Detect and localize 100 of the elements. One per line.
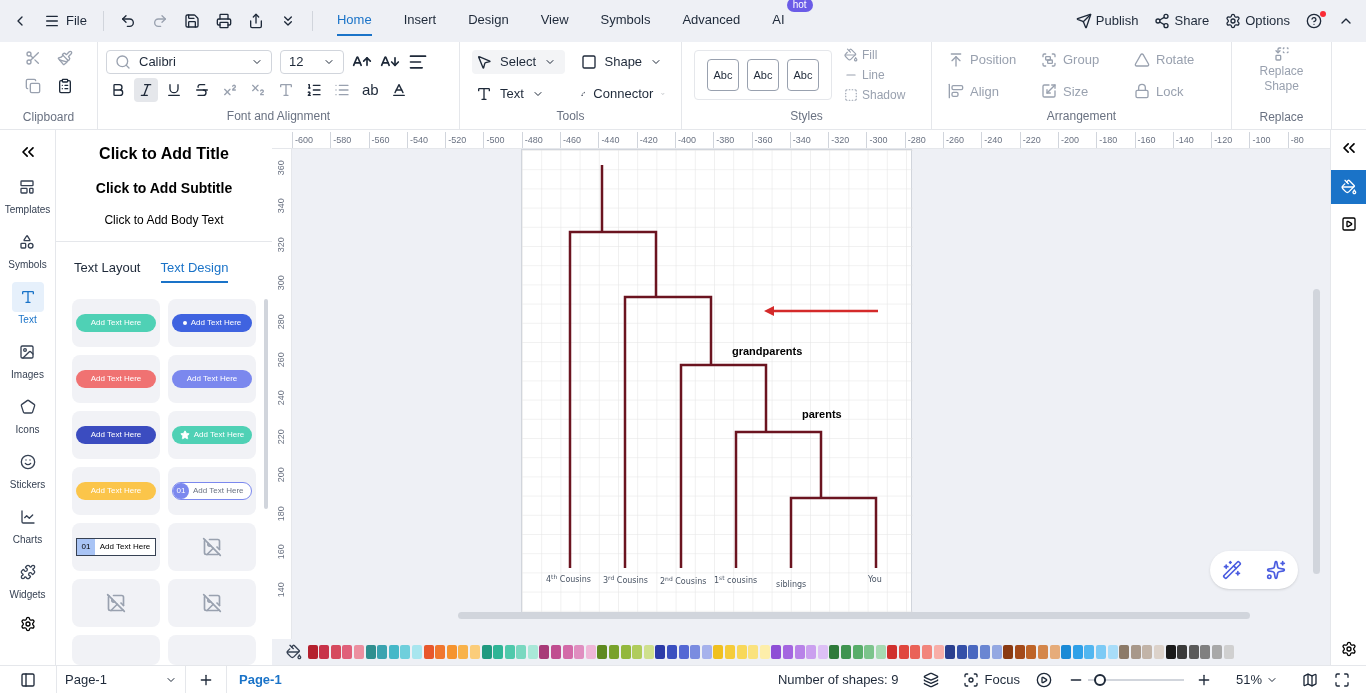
ruler-label: 360 bbox=[274, 160, 287, 176]
text-design-preview: Add Text Here bbox=[76, 482, 156, 500]
ruler-label: 200 bbox=[274, 467, 287, 483]
group-title: Styles bbox=[790, 108, 823, 123]
group-title: Font and Alignment bbox=[226, 108, 331, 123]
ruler-label: -280 bbox=[904, 132, 944, 148]
leaf-label: You bbox=[868, 574, 882, 586]
group-title: Tools bbox=[556, 109, 585, 123]
group-title: Arrangement bbox=[1046, 108, 1117, 123]
menu-tab[interactable]: Home bbox=[336, 6, 372, 36]
sidebar-item[interactable]: Stickers bbox=[9, 447, 46, 492]
ruler-label: -480 bbox=[521, 132, 561, 148]
ruler-label: 160 bbox=[274, 544, 287, 560]
ruler-label: -240 bbox=[981, 132, 1020, 148]
sidebar-item[interactable]: Widgets bbox=[9, 557, 46, 602]
design-card[interactable]: 01 Add Text Here bbox=[72, 523, 160, 571]
ruler-label: -200 bbox=[1057, 132, 1097, 148]
ruler-label: -220 bbox=[1019, 132, 1058, 148]
ruler-label: -400 bbox=[674, 132, 714, 148]
menu-tab[interactable]: Insert bbox=[403, 6, 437, 36]
ruler-label: 240 bbox=[274, 390, 287, 406]
text-tool[interactable]: Text bbox=[472, 82, 565, 106]
ruler-label: -100 bbox=[1249, 132, 1288, 148]
design-card[interactable]: 01 Add Text Here bbox=[168, 467, 256, 515]
add-body-text[interactable]: Click to Add Body Text bbox=[104, 210, 224, 229]
text-design-preview: 01 Add Text Here bbox=[172, 482, 252, 500]
text-design-preview: Add Text Here bbox=[76, 426, 156, 444]
annotation-label: grandparents bbox=[732, 344, 803, 359]
connector-tool[interactable]: Connector bbox=[576, 82, 669, 106]
font-family-field[interactable]: Calibri bbox=[106, 50, 272, 74]
panel-tab[interactable]: Text Layout bbox=[74, 257, 141, 283]
text-design-preview: 01 Add Text Here bbox=[76, 538, 156, 556]
ruler-label: -120 bbox=[1211, 132, 1250, 148]
ruler-label: -180 bbox=[1096, 132, 1135, 148]
ruler-label: -320 bbox=[828, 132, 867, 148]
ruler-label: -380 bbox=[713, 132, 752, 148]
ruler-label: 180 bbox=[274, 505, 287, 521]
sidebar-item[interactable]: Symbols bbox=[8, 227, 47, 272]
zoom-level[interactable]: 51% bbox=[1235, 669, 1278, 690]
text-design-preview: Add Text Here bbox=[76, 314, 156, 332]
text-design-preview: Add Text Here bbox=[172, 370, 252, 388]
text-design-preview: Add Text Here bbox=[172, 314, 252, 332]
add-subtitle-text[interactable]: Click to Add Subtitle bbox=[95, 177, 233, 199]
leaf-label: 2$^{nd}$ Cousins bbox=[660, 576, 707, 588]
file-menu[interactable]: File bbox=[44, 11, 87, 31]
add-title-text[interactable]: Click to Add Title bbox=[99, 141, 229, 166]
ruler-label: -520 bbox=[445, 132, 484, 148]
group-title: Replace bbox=[1259, 109, 1304, 125]
sidebar-item[interactable]: Icons bbox=[11, 392, 44, 437]
text-design-preview: Add Text Here bbox=[76, 370, 156, 388]
style-preset[interactable]: Abc bbox=[707, 59, 739, 91]
ruler-label: 280 bbox=[274, 313, 287, 329]
page-tab[interactable]: Page-1 bbox=[226, 666, 294, 693]
design-card[interactable]: Add Text Here bbox=[72, 411, 160, 459]
sidebar-item[interactable]: Charts bbox=[11, 502, 44, 547]
focus-button[interactable]: Focus bbox=[962, 669, 1020, 690]
design-card[interactable]: Add Text Here bbox=[168, 299, 256, 347]
panel-tab[interactable]: Text Design bbox=[160, 257, 229, 283]
leaf-label: 3$^{rd}$ Cousins bbox=[603, 575, 648, 587]
shape-count: Number of shapes: 9 bbox=[777, 670, 899, 689]
ruler-label: 220 bbox=[274, 428, 287, 444]
ruler-label: -300 bbox=[866, 132, 905, 148]
sidebar-item[interactable]: Templates bbox=[4, 172, 51, 217]
page-selector[interactable]: Page-1 bbox=[56, 666, 186, 693]
menu-tab[interactable]: View bbox=[540, 6, 569, 36]
ruler-label: -500 bbox=[483, 132, 522, 148]
options-button[interactable]: Options bbox=[1225, 11, 1290, 31]
leaf-label: 1$^{st}$ cousins bbox=[714, 575, 758, 587]
menu-tab[interactable]: Advanced bbox=[682, 6, 741, 36]
menu-tab[interactable]: Symbols bbox=[600, 6, 651, 36]
ruler-label: -340 bbox=[789, 132, 829, 148]
ruler-label: -580 bbox=[330, 132, 369, 148]
ruler-label: -80 bbox=[1287, 132, 1326, 148]
ruler-label: 260 bbox=[274, 352, 287, 368]
sidebar-item[interactable]: Images bbox=[11, 337, 44, 382]
ruler-label: -460 bbox=[560, 132, 599, 148]
hot-badge: hot bbox=[786, 0, 813, 12]
ruler-label: -560 bbox=[368, 132, 407, 148]
ruler-label: -440 bbox=[598, 132, 637, 148]
text-design-preview: Add Text Here bbox=[172, 426, 252, 444]
font-size-field[interactable]: 12 bbox=[280, 50, 344, 74]
shape-tool[interactable]: Shape bbox=[576, 50, 669, 74]
group-title: Clipboard bbox=[22, 109, 75, 125]
ruler-label: -160 bbox=[1134, 132, 1173, 148]
ruler-label: 320 bbox=[274, 237, 287, 253]
ruler-label: 140 bbox=[274, 582, 287, 598]
ruler-label: -360 bbox=[751, 132, 790, 148]
ruler-label: 340 bbox=[274, 198, 287, 214]
style-preset[interactable]: Abc bbox=[787, 59, 819, 91]
ruler-label: -600 bbox=[292, 132, 331, 148]
leaf-label: 4$^{th}$ Cousins bbox=[546, 574, 591, 586]
annotation-label: parents bbox=[802, 407, 842, 422]
select-tool[interactable]: Select bbox=[472, 50, 565, 74]
case-button[interactable]: ab bbox=[358, 77, 383, 102]
menu-tab[interactable]: Design bbox=[468, 6, 509, 36]
share-button[interactable]: Share bbox=[1154, 11, 1210, 31]
leaf-label: siblings bbox=[776, 579, 807, 591]
style-preset[interactable]: Abc bbox=[747, 59, 779, 91]
ruler-label: 300 bbox=[274, 275, 287, 291]
publish-button[interactable]: Publish bbox=[1075, 11, 1139, 31]
